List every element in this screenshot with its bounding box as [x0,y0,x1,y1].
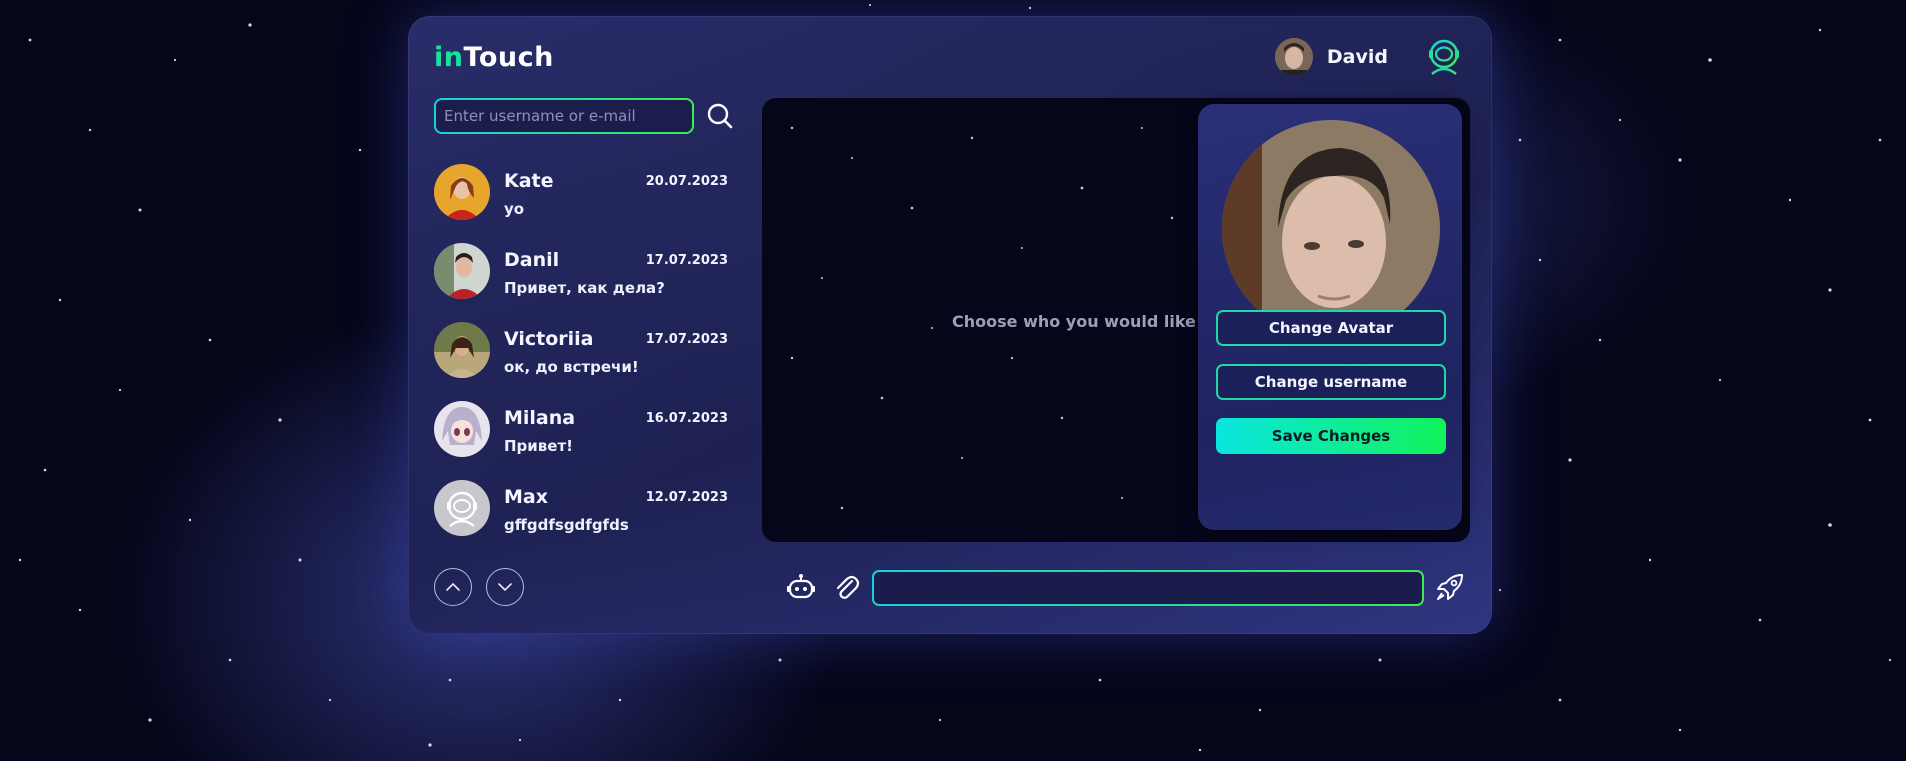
astronaut-icon[interactable] [1422,34,1466,78]
current-user[interactable]: David [1274,38,1388,76]
user-name: David [1326,46,1388,68]
search-input[interactable] [436,100,692,132]
last-message: ок, до встречи! [504,358,639,376]
contact-name: Max [504,486,548,508]
chevron-up-icon [446,582,460,591]
chat-item-max[interactable]: Max 12.07.2023 gffgdfsgdfgfds [434,480,728,559]
messenger-window: inTouch David Kate 20.07.2023 yo [408,16,1492,634]
save-changes-button[interactable]: Save Changes [1216,418,1446,454]
search-field[interactable] [434,98,694,134]
scroll-down-button[interactable] [486,568,524,606]
last-message: Привет, как дела? [504,279,665,297]
chat-list: Kate 20.07.2023 yo Danil 17.07.2023 Прив… [434,164,728,559]
avatar [434,322,490,378]
message-date: 17.07.2023 [645,253,728,268]
search-icon[interactable] [706,102,734,130]
chevron-down-icon [498,583,512,592]
message-date: 16.07.2023 [645,411,728,426]
message-date: 17.07.2023 [645,332,728,347]
chat-item-victoriia[interactable]: Victoriia 17.07.2023 ок, до встречи! [434,322,728,401]
change-username-button[interactable]: Change username [1216,364,1446,400]
profile-panel: Change Avatar Change username Save Chang… [1198,104,1462,530]
chat-item-kate[interactable]: Kate 20.07.2023 yo [434,164,728,243]
profile-avatar [1222,120,1440,338]
avatar [434,480,490,536]
logo-prefix: in [434,42,464,73]
change-avatar-button[interactable]: Change Avatar [1216,310,1446,346]
empty-chat-text: Choose who you would like to [952,312,1221,331]
chat-item-danil[interactable]: Danil 17.07.2023 Привет, как дела? [434,243,728,322]
contact-name: Victoriia [504,328,594,350]
message-input[interactable] [874,572,1422,604]
rocket-icon[interactable] [1434,571,1466,607]
chat-item-milana[interactable]: Milana 16.07.2023 Привет! [434,401,728,480]
contact-name: Kate [504,170,554,192]
user-avatar[interactable] [1274,38,1313,76]
avatar [434,401,490,457]
logo-suffix: Touch [463,42,554,73]
app-logo: inTouch [434,42,554,73]
message-field[interactable] [872,570,1424,606]
robot-icon[interactable] [786,571,816,605]
scroll-up-button[interactable] [434,568,472,606]
avatar [434,243,490,299]
message-date: 12.07.2023 [645,490,728,505]
last-message: gffgdfsgdfgfds [504,516,629,534]
paperclip-icon[interactable] [832,571,860,605]
avatar [434,164,490,220]
message-date: 20.07.2023 [645,174,728,189]
contact-name: Danil [504,249,560,271]
last-message: yo [504,200,525,218]
last-message: Привет! [504,437,574,455]
contact-name: Milana [504,407,576,429]
